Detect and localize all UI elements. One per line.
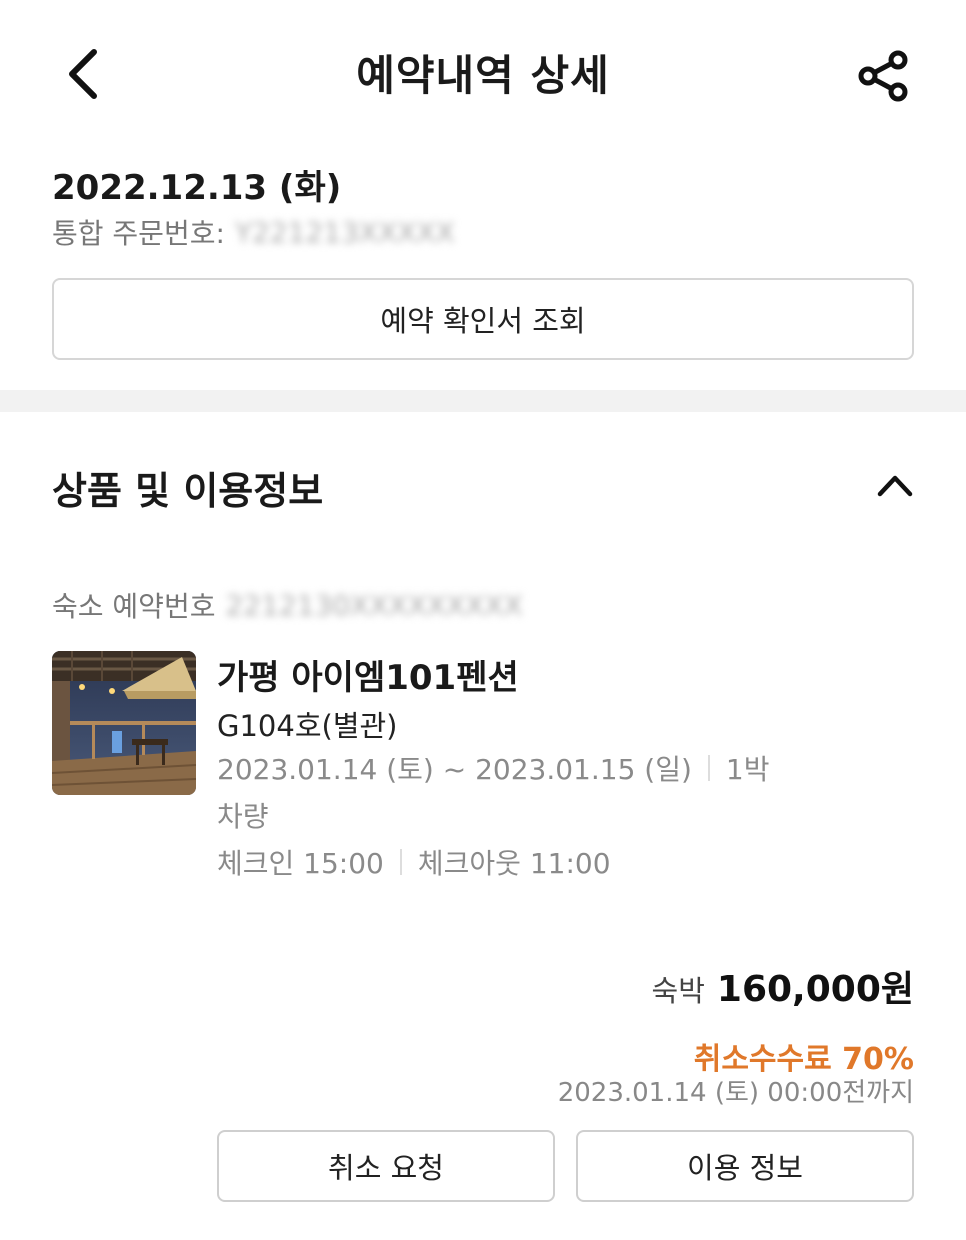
vehicle-label: 차량 (217, 800, 269, 833)
confirmation-view-button[interactable]: 예약 확인서 조회 (52, 278, 914, 360)
section-title: 상품 및 이용정보 (52, 469, 324, 513)
separator (399, 849, 402, 875)
order-number-label: 통합 주문번호: (52, 217, 225, 250)
share-icon (858, 50, 908, 102)
order-number-row: 통합 주문번호: Y221213XXXXX (52, 212, 455, 252)
order-date: 2022.12.13 (화) (52, 168, 342, 208)
separator (707, 755, 710, 781)
reservation-number-label: 숙소 예약번호 (52, 590, 216, 623)
reservation-number-row: 숙소 예약번호 2212130XXXXXXXXX (52, 585, 523, 625)
stay-nights: 1박 (725, 753, 770, 786)
checkout-time: 체크아웃 11:00 (417, 847, 611, 880)
cancel-request-button[interactable]: 취소 요청 (217, 1130, 555, 1202)
stay-date-range: 2023.01.14 (토) ~ 2023.01.15 (일) (217, 753, 692, 786)
price-value: 160,000원 (716, 969, 914, 1010)
top-bar: 예약내역 상세 (0, 0, 966, 150)
check-times-row: 체크인 15:00 체크아웃 11:00 (217, 842, 611, 882)
price-label: 숙박 (651, 974, 705, 1008)
property-thumbnail[interactable] (52, 651, 196, 795)
usage-info-button[interactable]: 이용 정보 (576, 1130, 914, 1202)
cancellation-deadline: 2023.01.14 (토) 00:00전까지 (557, 1078, 914, 1108)
property-name: 가평 아이엠101펜션 (217, 658, 519, 698)
stay-dates-row: 2023.01.14 (토) ~ 2023.01.15 (일) 1박 (217, 748, 770, 788)
page-title: 예약내역 상세 (356, 51, 610, 100)
collapse-button[interactable] (872, 466, 918, 502)
checkin-time: 체크인 15:00 (217, 847, 384, 880)
property-photo (52, 651, 196, 795)
chevron-up-icon (877, 475, 913, 497)
share-button[interactable] (852, 46, 914, 106)
section-divider (0, 390, 966, 412)
price-row: 숙박 160,000원 (652, 960, 914, 1012)
reservation-number-value: 2212130XXXXXXXXX (225, 588, 523, 622)
room-name: G104호(별관) (217, 709, 398, 743)
order-number-value: Y221213XXXXX (234, 215, 455, 249)
